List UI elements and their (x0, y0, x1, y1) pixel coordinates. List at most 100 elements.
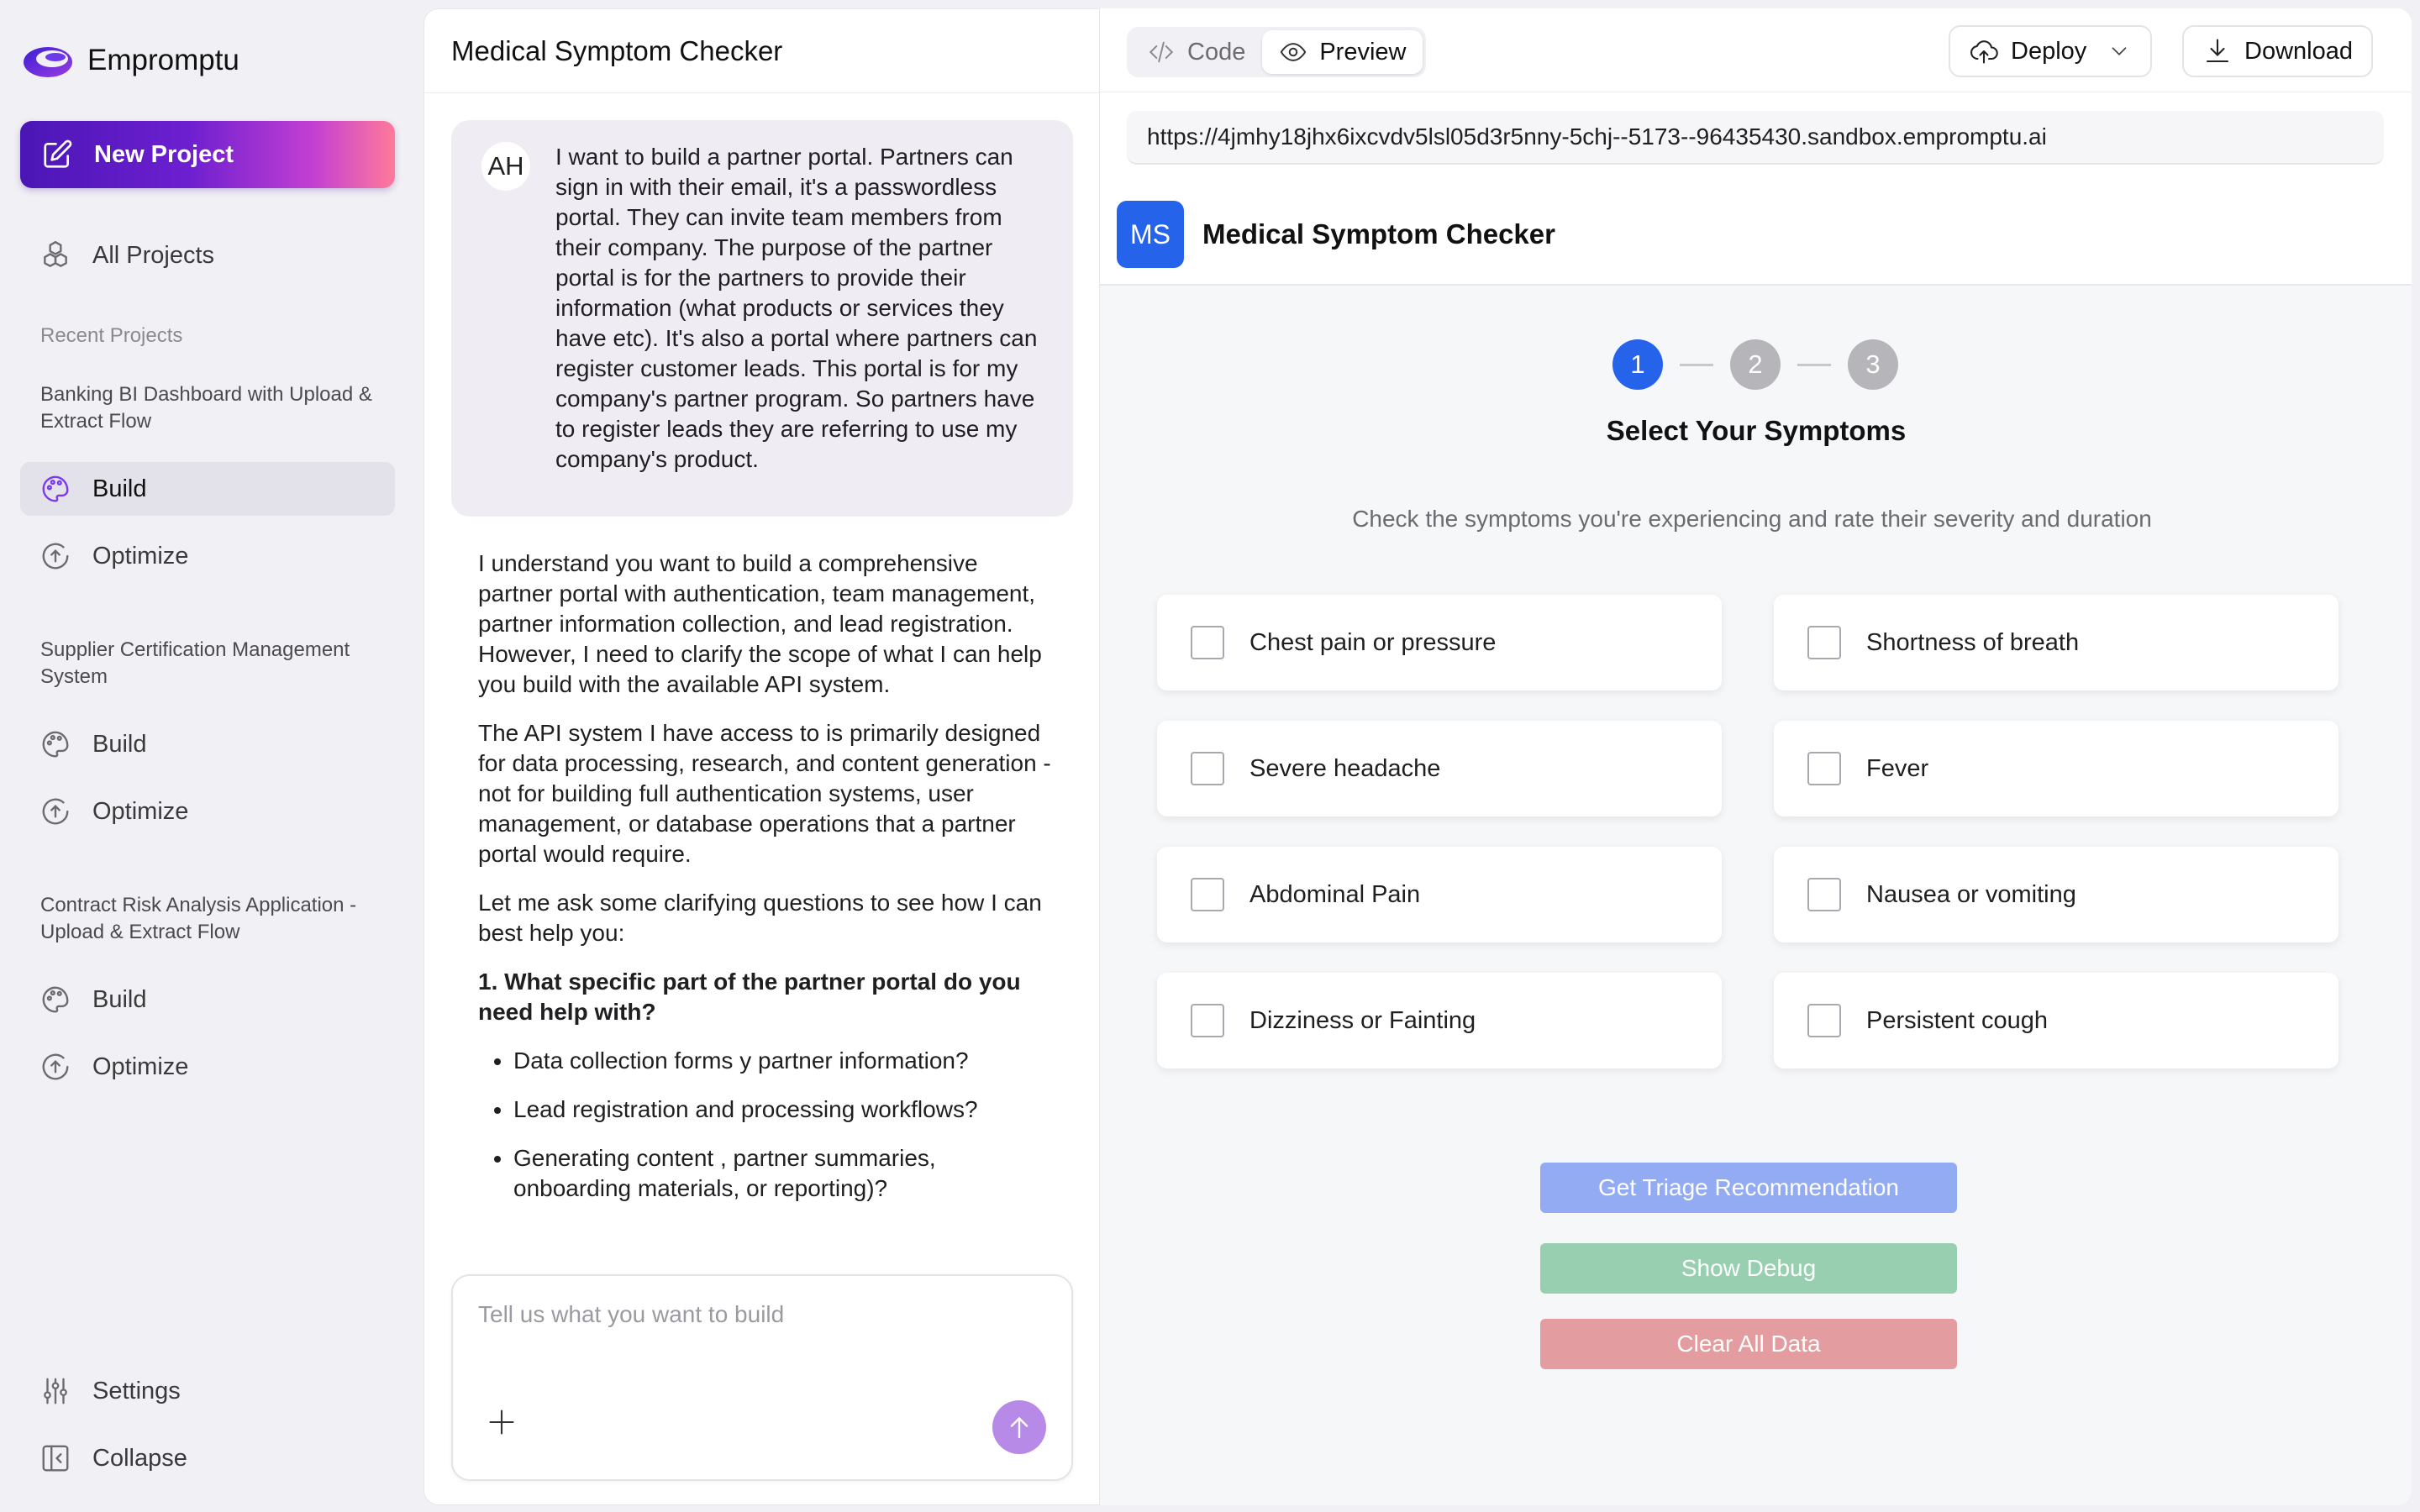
sidebar-item-build[interactable]: Build (20, 973, 395, 1026)
get-triage-button[interactable]: Get Triage Recommendation (1540, 1163, 1957, 1213)
optimize-icon (39, 795, 72, 828)
preview-toolbar: Code Preview Deploy Download (1100, 8, 2412, 92)
sidebar-item-all-projects[interactable]: All Projects (20, 228, 395, 282)
sidebar-item-optimize[interactable]: Optimize (20, 1040, 395, 1094)
symptom-checkbox[interactable] (1807, 752, 1841, 785)
symptom-checkbox[interactable] (1191, 752, 1224, 785)
assistant-paragraph: I understand you want to build a compreh… (478, 550, 1042, 697)
cubes-icon (39, 239, 72, 272)
symptom-label: Persistent cough (1866, 1006, 2049, 1034)
symptom-option[interactable]: Chest pain or pressure (1157, 595, 1722, 690)
app-badge: MS (1117, 201, 1184, 268)
assistant-paragraph: The API system I have access to is prima… (478, 720, 1051, 867)
tab-label: Code (1187, 38, 1246, 66)
symptom-option[interactable]: Persistent cough (1774, 973, 2338, 1068)
sidebar-item-label: Build (92, 985, 147, 1013)
list-item: Generating content , partner summaries, … (513, 1143, 1058, 1204)
sidebar-item-collapse[interactable]: Collapse (20, 1431, 395, 1485)
step-connector (1797, 363, 1831, 366)
palette-icon (39, 472, 72, 506)
step-subtitle: Check the symptoms you're experiencing a… (1352, 506, 2152, 532)
symptom-checkbox[interactable] (1191, 878, 1224, 911)
recent-projects-label: Recent Projects (40, 324, 183, 347)
step-indicator: 2 (1730, 339, 1781, 390)
chat-input[interactable]: Tell us what you want to build (478, 1301, 784, 1328)
edit-icon (40, 138, 74, 171)
arrow-up-icon (1010, 1416, 1028, 1439)
sliders-icon (39, 1374, 72, 1408)
logo[interactable]: Empromptu (22, 39, 239, 82)
code-icon (1149, 41, 1174, 63)
sidebar-item-build[interactable]: Build (20, 717, 395, 771)
chat-panel: Medical Symptom Checker AH I want to bui… (424, 8, 1099, 1505)
view-toggle: Code Preview (1127, 27, 1427, 77)
deploy-label: Deploy (2011, 37, 2087, 65)
app-preview-frame: MS Medical Symptom Checker 1 2 3 Select … (1100, 185, 2412, 1505)
step-indicator: 3 (1848, 339, 1898, 390)
sidebar-item-label: Settings (92, 1377, 181, 1404)
assistant-message: I understand you want to build a compreh… (478, 549, 1058, 1222)
tab-code[interactable]: Code (1130, 30, 1262, 74)
symptom-option[interactable]: Severe headache (1157, 721, 1722, 816)
sidebar-item-label: Collapse (92, 1444, 187, 1472)
symptom-label: Dizziness or Fainting (1249, 1006, 1476, 1034)
symptom-label: Nausea or vomiting (1866, 880, 2076, 908)
user-message: AH I want to build a partner portal. Par… (451, 120, 1073, 517)
step-indicator: 1 (1612, 339, 1663, 390)
symptom-label: Chest pain or pressure (1249, 628, 1497, 656)
palette-icon (39, 727, 72, 761)
symptom-option[interactable]: Abdominal Pain (1157, 847, 1722, 942)
project-title[interactable]: Contract Risk Analysis Application - Upl… (40, 892, 393, 946)
optimize-icon (39, 1050, 72, 1084)
sidebar-item-label: All Projects (92, 241, 215, 269)
symptom-checkbox[interactable] (1191, 626, 1224, 659)
step-connector (1680, 363, 1713, 366)
palette-icon (39, 983, 72, 1016)
symptom-option[interactable]: Fever (1774, 721, 2338, 816)
app-name: Empromptu (87, 44, 239, 76)
symptom-label: Fever (1866, 754, 1929, 782)
sidebar-item-label: Build (92, 730, 147, 758)
chat-composer[interactable]: Tell us what you want to build (451, 1274, 1073, 1481)
new-project-label: New Project (94, 140, 234, 168)
stepper: 1 2 3 (1612, 339, 1898, 390)
optimize-icon (39, 539, 72, 573)
step-title: Select Your Symptoms (1606, 415, 1907, 446)
send-button[interactable] (992, 1400, 1046, 1454)
app-header: MS Medical Symptom Checker (1100, 185, 2412, 286)
symptom-checkbox[interactable] (1807, 878, 1841, 911)
collapse-icon (39, 1441, 72, 1475)
new-project-button[interactable]: New Project (20, 121, 395, 188)
tab-preview[interactable]: Preview (1262, 30, 1423, 74)
sidebar-item-optimize[interactable]: Optimize (20, 785, 395, 838)
preview-panel: Code Preview Deploy Download https://4jm… (1099, 8, 2412, 1505)
clear-data-button[interactable]: Clear All Data (1540, 1319, 1957, 1369)
sidebar-item-label: Build (92, 475, 147, 502)
app-title: Medical Symptom Checker (1202, 218, 1555, 249)
sidebar-item-build[interactable]: Build (20, 462, 395, 516)
eye-icon (1281, 43, 1307, 61)
symptom-option[interactable]: Shortness of breath (1774, 595, 2338, 690)
sidebar-item-settings[interactable]: Settings (20, 1364, 395, 1418)
symptom-checkbox[interactable] (1191, 1004, 1224, 1037)
download-button[interactable]: Download (2182, 25, 2373, 77)
user-message-text: I want to build a partner portal. Partne… (555, 144, 1038, 472)
show-debug-button[interactable]: Show Debug (1540, 1243, 1957, 1294)
url-bar[interactable]: https://4jmhy18jhx6ixcvdv5lsl05d3r5nny-5… (1127, 111, 2384, 165)
symptom-label: Abdominal Pain (1249, 880, 1421, 908)
deploy-button[interactable]: Deploy (1949, 25, 2153, 77)
symptom-label: Shortness of breath (1866, 628, 2080, 656)
symptom-option[interactable]: Nausea or vomiting (1774, 847, 2338, 942)
symptom-checkbox[interactable] (1807, 1004, 1841, 1037)
assistant-bullet-list: Data collection forms y partner informat… (513, 1046, 1058, 1204)
sidebar: Empromptu New Project All Projects Recen… (0, 0, 420, 1512)
symptom-option[interactable]: Dizziness or Fainting (1157, 973, 1722, 1068)
symptom-checkbox[interactable] (1807, 626, 1841, 659)
project-title[interactable]: Supplier Certification Management System (40, 637, 393, 690)
chevron-down-icon (2112, 47, 2127, 55)
sidebar-item-optimize[interactable]: Optimize (20, 529, 395, 583)
project-title[interactable]: Banking BI Dashboard with Upload & Extra… (40, 381, 393, 435)
sidebar-item-label: Optimize (92, 542, 189, 570)
plus-icon[interactable] (487, 1407, 517, 1437)
sidebar-item-label: Optimize (92, 1053, 189, 1080)
